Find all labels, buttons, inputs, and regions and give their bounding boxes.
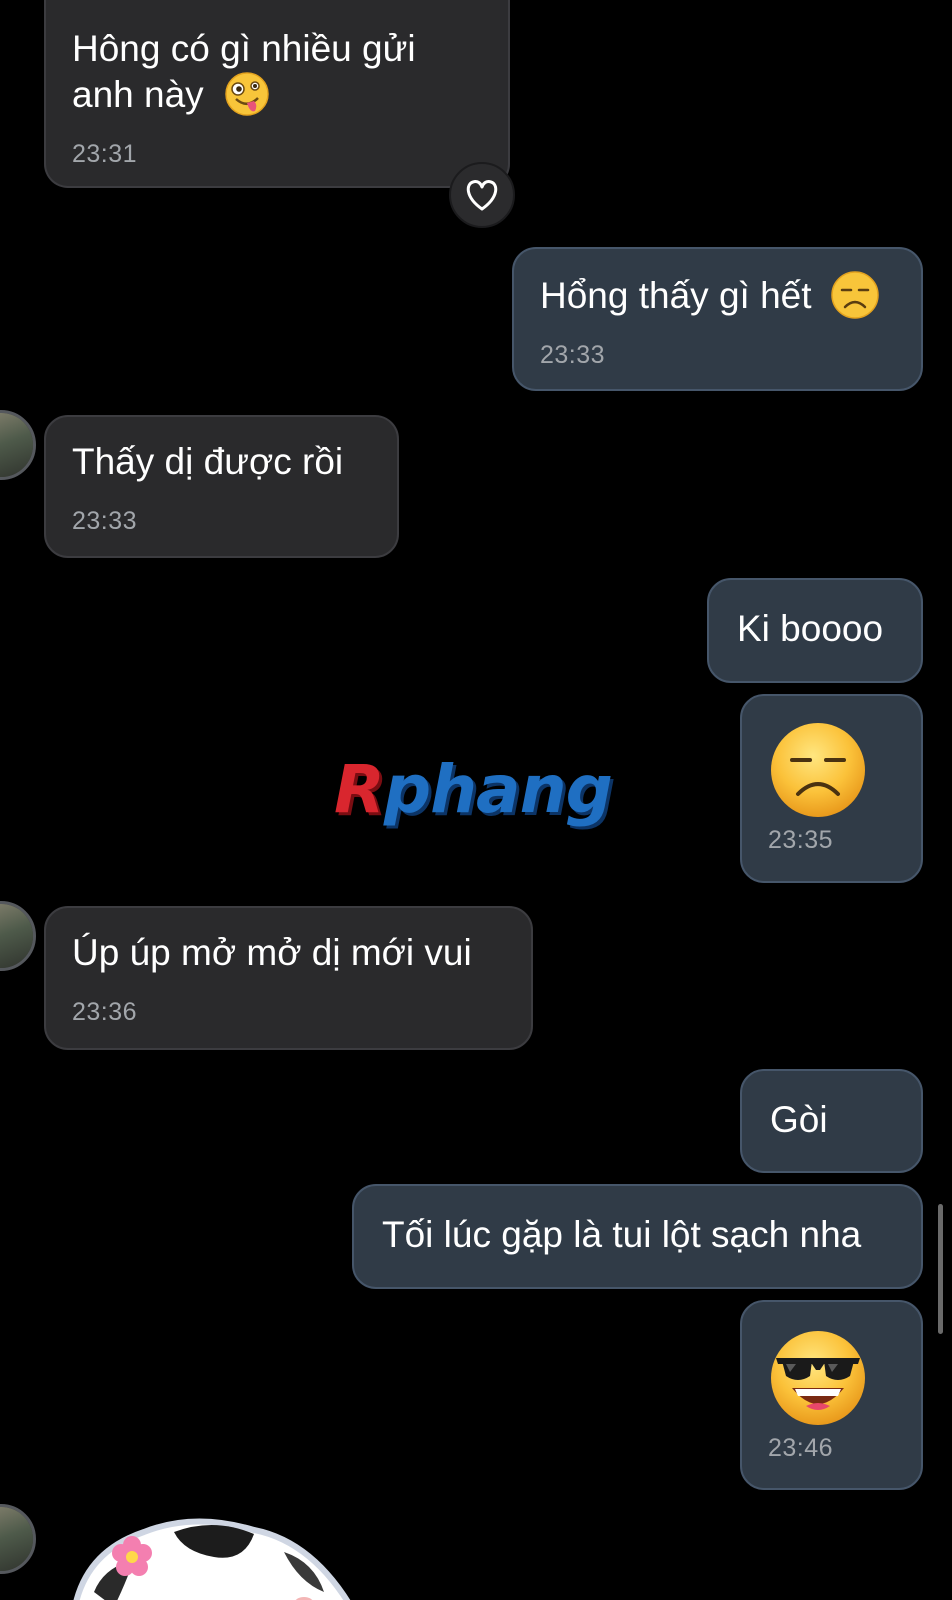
message-timestamp: 23:35: [768, 826, 834, 854]
message-timestamp: 23:33: [540, 341, 606, 369]
dog-sticker[interactable]: [54, 1512, 364, 1600]
message-text: Hổng thấy gì hết: [540, 271, 880, 320]
message-text: Tối lúc gặp là tui lột sạch nha: [382, 1214, 862, 1255]
message-bubble-outgoing[interactable]: 23:46: [740, 1300, 923, 1490]
message-text: Ki boooo: [737, 608, 884, 649]
message-timestamp: 23:31: [72, 140, 138, 168]
reaction-heart-button[interactable]: [449, 162, 515, 228]
message-text: Gòi: [770, 1099, 828, 1140]
message-timestamp: 23:33: [72, 507, 138, 535]
message-text: Thấy dị được rồi: [72, 441, 344, 482]
message-timestamp: 23:46: [768, 1434, 834, 1462]
heart-icon: [466, 180, 498, 211]
persevering-face-icon: [831, 271, 879, 319]
message-bubble-outgoing[interactable]: 23:35: [740, 694, 923, 883]
message-timestamp: 23:36: [72, 998, 138, 1026]
chat-thread: Hông có gì nhiều gửi anh này 23:31 Hổng …: [0, 0, 952, 1600]
message-text: Úp úp mở mở dị mới vui: [72, 932, 472, 973]
dog-with-flower-sticker-icon: [73, 1518, 351, 1600]
message-text: Hông có gì nhiều gửi anh này: [72, 26, 416, 118]
contact-avatar[interactable]: [0, 410, 36, 480]
message-bubble-incoming[interactable]: Hông có gì nhiều gửi anh này 23:31: [44, 0, 510, 188]
scrollbar[interactable]: [938, 1204, 943, 1334]
zany-face-icon: [225, 72, 269, 116]
message-bubble-incoming[interactable]: Thấy dị được rồi 23:33: [44, 415, 399, 558]
message-bubble-outgoing[interactable]: Ki boooo: [707, 578, 923, 683]
message-bubble-outgoing[interactable]: Hổng thấy gì hết 23:33: [512, 247, 923, 391]
contact-avatar[interactable]: [0, 1504, 36, 1574]
persevering-face-icon: [771, 723, 865, 817]
watermark-logo: Rphang: [334, 751, 613, 828]
contact-avatar[interactable]: [0, 901, 36, 971]
message-bubble-incoming[interactable]: Úp úp mở mở dị mới vui 23:36: [44, 906, 533, 1050]
message-bubble-outgoing[interactable]: Gòi: [740, 1069, 923, 1173]
message-bubble-outgoing[interactable]: Tối lúc gặp là tui lột sạch nha: [352, 1184, 923, 1289]
sunglasses-face-icon: [771, 1331, 865, 1425]
